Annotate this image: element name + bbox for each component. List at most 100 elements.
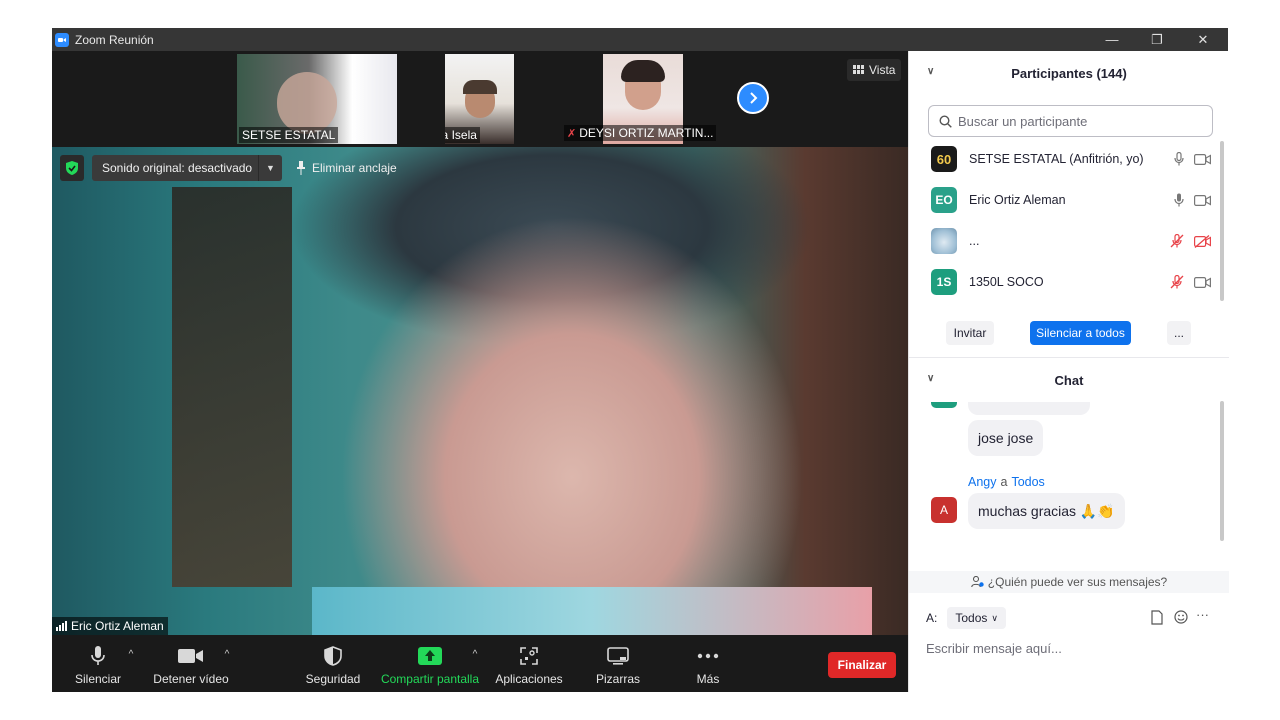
chat-scrollbar[interactable]: [1220, 401, 1224, 541]
chat-message: jose jose: [968, 420, 1044, 456]
mic-muted-icon[interactable]: [1170, 275, 1184, 289]
share-screen-button[interactable]: Compartir pantalla: [378, 635, 482, 692]
audio-options-caret[interactable]: ^: [124, 635, 138, 692]
thumbnail-name: DEYSI ORTIZ MARTIN...: [579, 126, 714, 140]
apps-icon: [520, 643, 538, 669]
participant-search-input[interactable]: [958, 113, 1198, 129]
participant-search[interactable]: [928, 105, 1213, 137]
participants-header: ∨ Participantes (144): [909, 59, 1229, 87]
main-video[interactable]: Sonido original: desactivado ▼ Eliminar …: [52, 147, 908, 635]
side-panel: ∨ Participantes (144) 60 SETSE ESTATAL (…: [908, 51, 1229, 692]
microphone-icon[interactable]: [1174, 152, 1184, 166]
panel-divider: [909, 357, 1229, 358]
chat-sender[interactable]: Angy: [968, 475, 997, 489]
chevron-down-icon[interactable]: ∨: [927, 66, 934, 77]
participant-row[interactable]: EO Eric Ortiz Aleman: [931, 183, 1211, 217]
chat-sender-line: Angy a Todos: [968, 475, 1045, 489]
avatar: 60: [931, 146, 957, 172]
whiteboards-label: Pizarras: [595, 672, 640, 686]
share-screen-label: Compartir pantalla: [380, 672, 480, 686]
people-icon: [971, 576, 984, 588]
who-can-see-label: ¿Quién puede ver sus mensajes?: [987, 575, 1168, 589]
thumbnail-video[interactable]: ✗ Rosa Isela: [445, 54, 514, 144]
chat-header: ∨ Chat: [909, 366, 1229, 394]
video-area: SETSE ESTATAL ✗ Rosa Isela ✗ DEYSI ORTIZ…: [52, 51, 908, 635]
stop-video-label: Detener vídeo: [153, 672, 229, 686]
minimize-button[interactable]: —: [1089, 28, 1135, 51]
original-sound-button[interactable]: Sonido original: desactivado ▼: [92, 155, 282, 181]
unpin-button[interactable]: Eliminar anclaje: [290, 155, 403, 181]
microphone-icon: [90, 643, 106, 669]
chevron-right-icon: [750, 92, 758, 104]
video-options-caret[interactable]: ^: [220, 635, 234, 692]
thumbnail-label: SETSE ESTATAL: [239, 127, 339, 143]
avatar: A: [931, 497, 957, 523]
who-can-see-link[interactable]: ¿Quién puede ver sus mensajes?: [909, 571, 1229, 593]
chevron-up-icon: ^: [472, 649, 478, 660]
mic-muted-icon[interactable]: [1170, 234, 1184, 248]
avatar: [931, 402, 957, 408]
encryption-shield-button[interactable]: [60, 155, 84, 181]
mic-muted-icon: ✗: [567, 127, 577, 140]
share-options-caret[interactable]: ^: [468, 635, 482, 692]
video-camera-icon[interactable]: [1194, 153, 1211, 165]
video-camera-icon[interactable]: [1194, 276, 1211, 288]
view-label: Vista: [869, 63, 896, 77]
speaker-name: Eric Ortiz Aleman: [71, 619, 164, 633]
chat-recipient[interactable]: Todos: [1011, 475, 1044, 489]
participant-name: 1350L SOCO: [969, 275, 1044, 289]
more-label: Más: [696, 672, 720, 686]
more-button[interactable]: Más: [684, 635, 732, 692]
window-title: Zoom Reunión: [75, 32, 154, 47]
chat-message-input[interactable]: [926, 637, 1216, 659]
security-button[interactable]: Seguridad: [300, 635, 366, 692]
thumbnail-strip: SETSE ESTATAL ✗ Rosa Isela ✗ DEYSI ORTIZ…: [52, 51, 908, 147]
end-meeting-button[interactable]: Finalizar: [828, 652, 896, 678]
participant-row[interactable]: 60 SETSE ESTATAL (Anfitrión, yo): [931, 142, 1211, 176]
view-button[interactable]: Vista: [847, 59, 902, 81]
video-camera-icon[interactable]: [1194, 194, 1211, 206]
thumbnail-video[interactable]: SETSE ESTATAL: [237, 54, 397, 144]
chat-message: muchas gracias 🙏👏: [968, 493, 1125, 529]
shield-check-icon: [66, 161, 78, 175]
chat-to-word: a: [1000, 475, 1008, 489]
to-label: A:: [926, 611, 938, 625]
file-icon[interactable]: [1151, 610, 1163, 628]
apps-label: Aplicaciones: [495, 672, 563, 686]
speaker-name-tag: Eric Ortiz Aleman: [52, 617, 168, 635]
chevron-up-icon: ^: [128, 649, 134, 660]
more-dots-icon: [697, 643, 719, 669]
participant-name: SETSE ESTATAL (Anfitrión, yo): [969, 152, 1144, 166]
mute-button[interactable]: Silenciar: [70, 635, 126, 692]
participant-row[interactable]: 1S 1350L SOCO: [931, 265, 1211, 299]
more-dots-icon[interactable]: ···: [1196, 607, 1209, 622]
next-page-button[interactable]: [737, 82, 769, 114]
mute-label: Silenciar: [74, 672, 122, 686]
thumbnail-label: ✗ Rosa Isela: [445, 127, 480, 143]
participant-name: ...: [969, 234, 980, 248]
whiteboards-button[interactable]: Pizarras: [588, 635, 648, 692]
chevron-down-icon[interactable]: ∨: [927, 373, 934, 384]
microphone-icon[interactable]: [1174, 193, 1184, 207]
mute-all-button[interactable]: Silenciar a todos: [1030, 321, 1131, 345]
restore-button[interactable]: ❐: [1134, 28, 1180, 51]
original-sound-label: Sonido original: desactivado: [102, 161, 253, 175]
connection-bars-icon: [56, 621, 67, 631]
meeting-toolbar: Silenciar ^ Detener vídeo ^ Seguridad Co…: [52, 635, 908, 692]
participants-more-button[interactable]: ...: [1167, 321, 1191, 345]
close-button[interactable]: ✕: [1180, 28, 1226, 51]
video-camera-icon: [178, 643, 204, 669]
chat-recipient-row: A: Todos ∨ ···: [926, 607, 1216, 629]
avatar: EO: [931, 187, 957, 213]
chat-title: Chat: [1054, 372, 1084, 388]
invite-button[interactable]: Invitar: [946, 321, 994, 345]
chevron-up-icon: ^: [224, 649, 230, 660]
thumbnail-label: ✗ DEYSI ORTIZ MARTIN...: [564, 125, 717, 141]
apps-button[interactable]: Aplicaciones: [492, 635, 566, 692]
participants-scrollbar[interactable]: [1220, 141, 1224, 301]
participant-row[interactable]: ...: [931, 224, 1211, 258]
chevron-down-icon[interactable]: ▼: [258, 155, 282, 181]
recipient-select[interactable]: Todos ∨: [947, 607, 1006, 629]
emoji-icon[interactable]: [1174, 610, 1188, 627]
video-off-icon[interactable]: [1194, 234, 1211, 248]
